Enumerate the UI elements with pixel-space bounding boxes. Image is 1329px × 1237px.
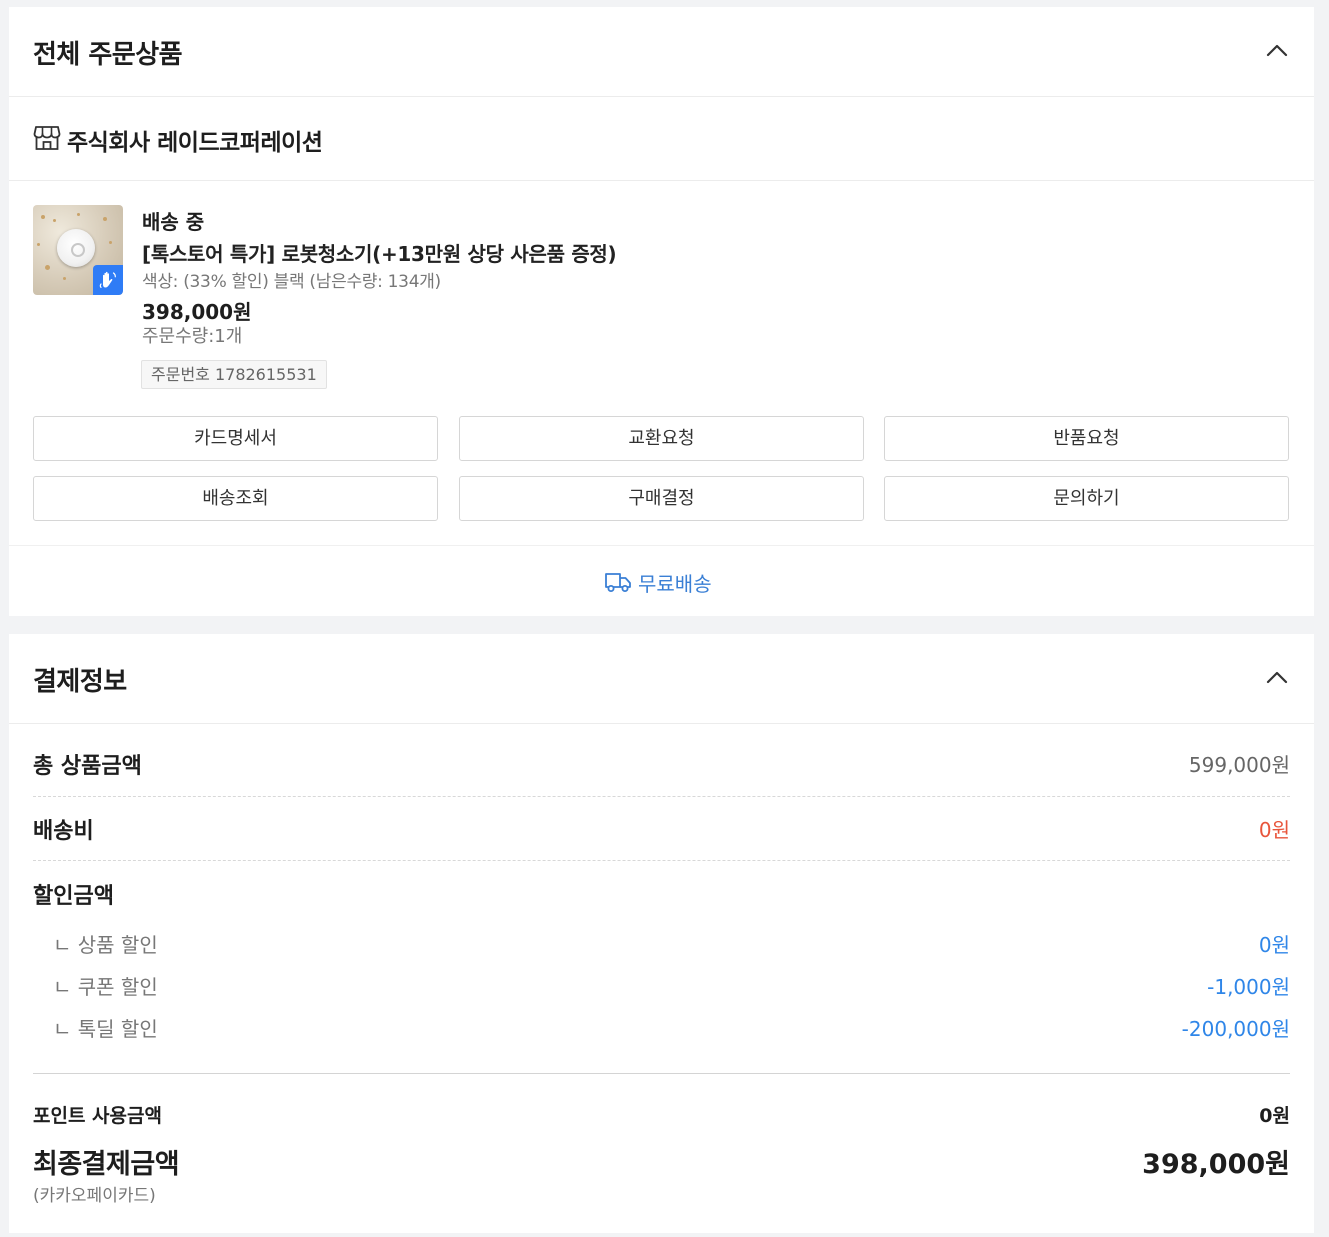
shipping-label: 무료배송 [638,572,712,596]
divider [33,796,1290,797]
truck-icon [605,573,631,592]
payment-method: (카카오페이카드) [33,1186,156,1206]
return-request-button[interactable]: 반품요청 [884,416,1289,461]
store-icon [33,126,61,150]
shipping-fee-value: 0원 [1258,818,1290,842]
seller-row[interactable]: 주식회사 레이드코퍼레이션 [9,97,1314,181]
order-action-buttons: 카드명세서 교환요청 반품요청 배송조회 구매결정 문의하기 [33,416,1290,522]
section-title: 전체 주문상품 [33,40,183,70]
exchange-request-button[interactable]: 교환요청 [459,416,864,461]
product-image [57,229,95,267]
product-discount-label: ㄴ 상품 할인 [53,933,158,957]
final-payment-label: 최종결제금액 [33,1149,180,1180]
shipping-fee-row: 배송비 0원 [33,813,1290,844]
total-product-amount-label: 총 상품금액 [33,754,142,779]
product-name[interactable]: [톡스토어 특가] 로봇청소기(+13만원 상당 사은품 증정) [142,238,617,267]
order-quantity: 주문수량:1개 [142,326,243,347]
section-title: 결제정보 [33,667,127,697]
divider [33,1073,1290,1074]
coupon-discount-row: ㄴ 쿠폰 할인 -1,000원 [33,971,1290,999]
total-product-amount-row: 총 상품금액 599,000원 [33,748,1290,779]
hand-wave-icon [99,271,116,288]
product-discount-value: 0원 [1258,933,1290,957]
chevron-up-icon[interactable] [1266,43,1288,57]
discount-amount-row: 할인금액 [33,878,1290,909]
order-products-header[interactable]: 전체 주문상품 [9,7,1314,97]
product-thumbnail[interactable] [33,205,123,295]
payment-info-header[interactable]: 결제정보 [9,634,1314,724]
coupon-discount-label: ㄴ 쿠폰 할인 [53,975,158,999]
chevron-up-icon[interactable] [1266,670,1288,684]
seller-name[interactable]: 주식회사 레이드코퍼레이션 [67,123,323,157]
point-usage-value: 0원 [1259,1105,1290,1127]
talkdeal-discount-row: ㄴ 톡딜 할인 -200,000원 [33,1013,1290,1041]
card-statement-button[interactable]: 카드명세서 [33,416,438,461]
delivery-status: 배송 중 [142,210,205,234]
deal-badge [93,265,123,295]
coupon-discount-value: -1,000원 [1207,975,1290,999]
product-price: 398,000원 [142,300,252,324]
payment-info-section: 결제정보 총 상품금액 599,000원 배송비 0원 할인금액 ㄴ 상품 할인… [9,634,1314,1233]
final-payment-value: 398,000원 [1142,1149,1290,1180]
divider [33,860,1290,861]
talkdeal-discount-label: ㄴ 톡딜 할인 [53,1017,158,1041]
track-delivery-button[interactable]: 배송조회 [33,476,438,521]
point-usage-label: 포인트 사용금액 [33,1105,162,1127]
shipping-fee-label: 배송비 [33,819,94,844]
discount-amount-label: 할인금액 [33,884,114,909]
order-products-section: 전체 주문상품 주식회사 레이드코퍼레이션 배송 중 [톡스토어 특가] 로봇청… [9,7,1314,616]
talkdeal-discount-value: -200,000원 [1181,1017,1290,1041]
confirm-purchase-button[interactable]: 구매결정 [459,476,864,521]
order-number-badge: 주문번호 1782615531 [141,360,327,389]
shipping-info-row: 무료배송 [9,545,1314,616]
total-product-amount-value: 599,000원 [1188,753,1290,777]
product-option: 색상: (33% 할인) 블랙 (남은수량: 134개) [142,272,441,292]
inquiry-button[interactable]: 문의하기 [884,476,1289,521]
product-discount-row: ㄴ 상품 할인 0원 [33,929,1290,957]
order-item: 배송 중 [톡스토어 특가] 로봇청소기(+13만원 상당 사은품 증정) 색상… [9,181,1314,411]
